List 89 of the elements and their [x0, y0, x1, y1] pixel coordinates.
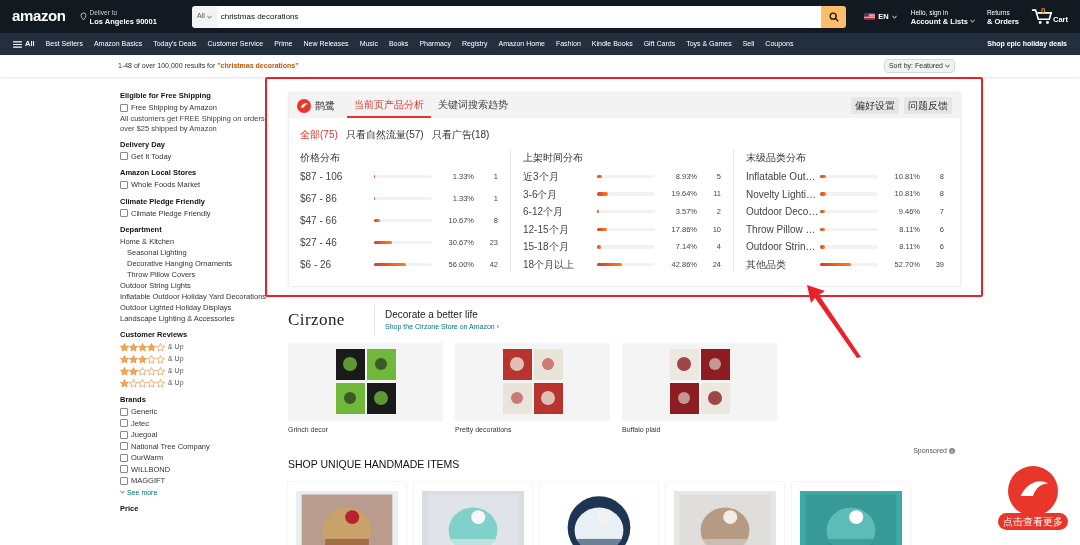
stat-label: 其他品类 [746, 257, 787, 272]
tab[interactable]: 关键词搜索趋势 [431, 93, 515, 118]
star-icon [138, 354, 147, 364]
stat-label: 12-15个月 [523, 222, 570, 237]
info-icon [949, 447, 955, 454]
stat-label: $6 - 26 [300, 258, 333, 272]
caret-icon [206, 14, 212, 19]
star-icon [120, 378, 129, 388]
checkbox[interactable] [120, 465, 128, 474]
checkbox[interactable] [120, 419, 128, 428]
stat-label: 3-6个月 [523, 187, 559, 202]
stat-label: $87 - 106 [300, 170, 344, 184]
star-icon [138, 342, 147, 352]
stat-group-title: 上架时间分布 [523, 151, 584, 165]
logo[interactable]: amazon [12, 5, 70, 28]
stat-label: Outdoor Deco… [746, 205, 820, 220]
brand-logo[interactable]: Cirzone [288, 307, 374, 333]
checkbox[interactable] [120, 152, 128, 161]
stat-group-title: 末级品类分布 [746, 151, 807, 165]
search-icon [828, 11, 839, 22]
stat-label: Outdoor Strin… [746, 240, 817, 255]
cart-icon[interactable] [1031, 8, 1053, 25]
stat-label: 15-18个月 [523, 240, 570, 255]
star-icon [138, 366, 147, 376]
star-icon [129, 366, 138, 376]
cart-count: 0 [1041, 5, 1046, 17]
bird-logo-icon [1008, 466, 1058, 516]
section-title: SHOP UNIQUE HANDMADE ITEMS [288, 457, 461, 472]
stat-label: Throw Pillow … [746, 222, 817, 237]
plugin-brand: 鹊鹭 [315, 99, 335, 113]
caret-icon [120, 490, 125, 494]
panel-button[interactable]: 问题反馈 [904, 97, 952, 114]
stat-label: $67 - 86 [300, 192, 338, 206]
stat-label: 18个月以上 [523, 257, 576, 272]
stat-group-title: 价格分布 [300, 151, 341, 165]
star-icon [147, 354, 156, 364]
checkbox[interactable] [120, 180, 128, 189]
stat-label: Inflatable Out… [746, 170, 817, 184]
star-icon [156, 378, 165, 388]
star-icon [120, 354, 129, 364]
product-tile[interactable] [792, 481, 910, 545]
checkbox[interactable] [120, 476, 128, 485]
stat-label: 近3个月 [523, 170, 560, 184]
checkbox[interactable] [120, 453, 128, 462]
filter-tab[interactable]: 只看广告(18) [431, 127, 490, 142]
stat-label: $47 - 66 [300, 214, 338, 228]
star-icon [156, 354, 165, 364]
star-icon [129, 378, 138, 388]
star-rating[interactable] [120, 354, 165, 364]
checkbox[interactable] [120, 442, 128, 451]
checkbox[interactable] [120, 103, 128, 112]
star-icon [147, 366, 156, 376]
tab[interactable]: 当前页产品分析 [347, 93, 431, 118]
checkbox[interactable] [120, 430, 128, 439]
checkbox[interactable] [120, 209, 128, 218]
filter-tab[interactable]: 只看自然流量(57) [345, 127, 424, 142]
star-rating[interactable] [120, 342, 165, 352]
stat-label: $27 - 46 [300, 236, 338, 250]
flag-icon [864, 13, 876, 20]
panel-button[interactable]: 偏好设置 [851, 97, 899, 114]
caret-icon [945, 64, 950, 68]
location-pin-icon [79, 12, 87, 21]
stat-label: Novelty Lighti… [746, 187, 818, 202]
star-icon [129, 342, 138, 352]
caret-icon [969, 19, 975, 23]
checkbox[interactable] [120, 407, 128, 416]
product-tile[interactable] [414, 481, 532, 545]
brand-tagline: Decorate a better life [385, 308, 479, 323]
star-icon [156, 342, 165, 352]
star-rating[interactable] [120, 366, 165, 376]
star-icon [120, 342, 129, 352]
caret-icon [891, 14, 897, 19]
product-tile[interactable] [666, 481, 784, 545]
star-icon [138, 378, 147, 388]
search-field[interactable]: christmas decorations [216, 5, 822, 28]
star-rating[interactable] [120, 378, 165, 388]
view-more-button[interactable]: 点击查看更多 [998, 513, 1068, 530]
star-icon [120, 366, 129, 376]
stat-label: 6-12个月 [523, 205, 564, 220]
star-icon [156, 366, 165, 376]
star-icon [129, 354, 138, 364]
menu-icon [13, 40, 22, 48]
product-tile[interactable] [288, 481, 406, 545]
search-button[interactable] [821, 5, 847, 28]
star-icon [147, 342, 156, 352]
product-tile[interactable] [540, 481, 658, 545]
filter-tab[interactable]: 全部(75) [300, 127, 338, 142]
star-icon [147, 378, 156, 388]
bird-logo-icon [297, 98, 311, 113]
